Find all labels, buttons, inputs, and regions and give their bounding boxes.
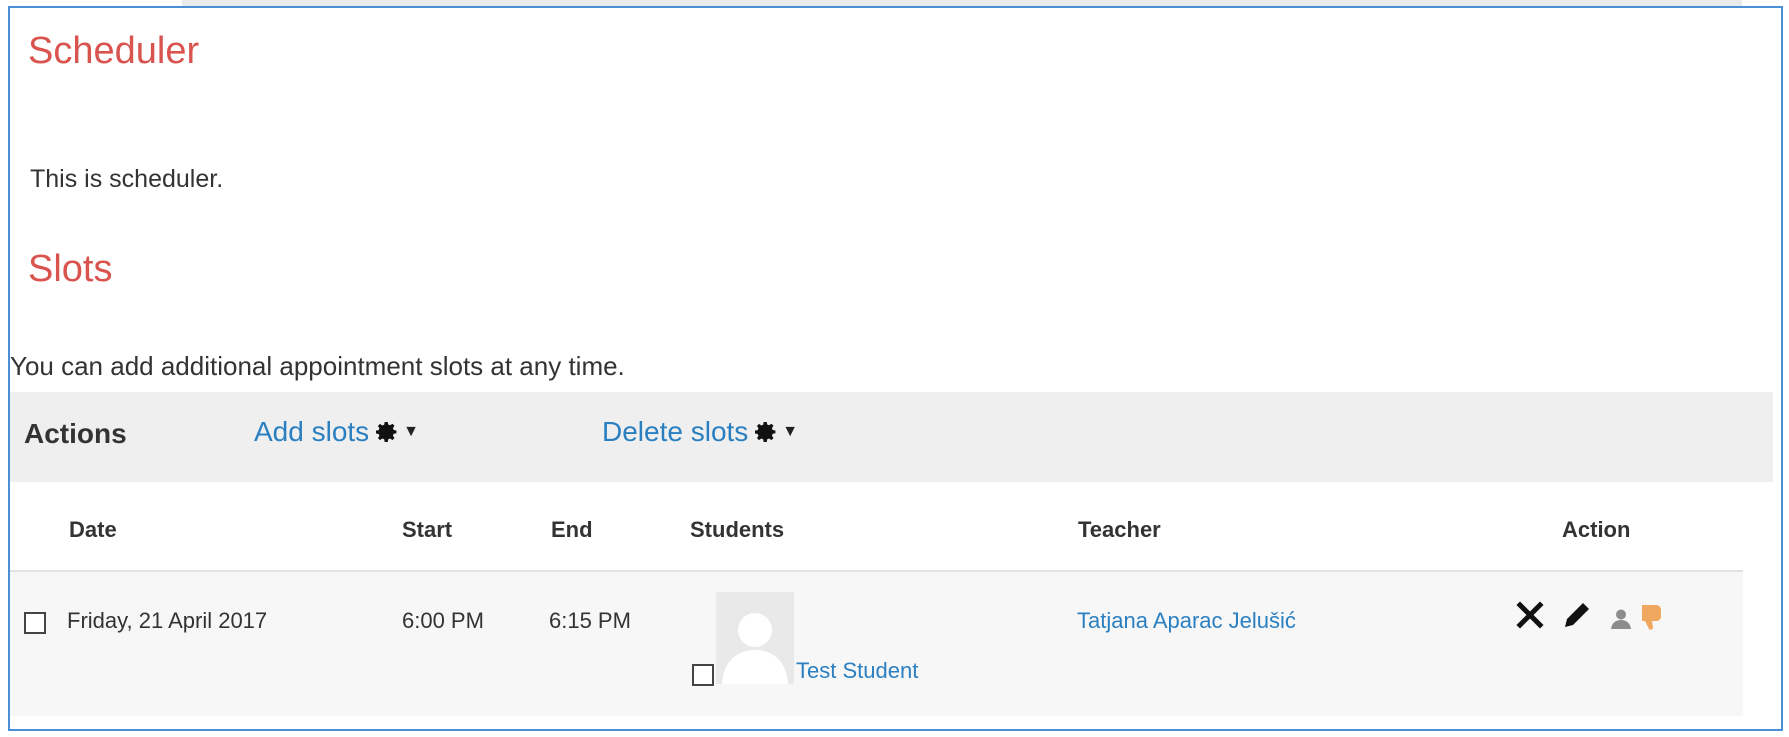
slots-heading: Slots bbox=[28, 248, 113, 290]
teacher-link[interactable]: Tatjana Aparac Jelušić bbox=[1077, 608, 1296, 634]
gear-icon[interactable] bbox=[375, 420, 399, 444]
slot-end-time: 6:15 PM bbox=[549, 608, 631, 633]
student-link[interactable]: Test Student bbox=[796, 658, 918, 684]
actions-label: Actions bbox=[24, 418, 127, 449]
delete-slots-menu[interactable]: Delete slots ▼ bbox=[602, 416, 798, 448]
intro-text: This is scheduler. bbox=[30, 165, 224, 193]
thumbs-down-icon[interactable] bbox=[1638, 602, 1664, 632]
column-header-students[interactable]: Students bbox=[690, 517, 784, 543]
slot-start-time: 6:00 PM bbox=[402, 608, 484, 633]
add-slots-link[interactable]: Add slots bbox=[254, 416, 369, 448]
gear-icon[interactable] bbox=[754, 420, 778, 444]
edit-icon[interactable] bbox=[1562, 600, 1592, 630]
column-header-action: Action bbox=[1562, 517, 1631, 542]
delete-icon[interactable] bbox=[1515, 600, 1545, 630]
caret-down-icon[interactable]: ▼ bbox=[403, 423, 419, 441]
slot-date: Friday, 21 April 2017 bbox=[67, 608, 268, 633]
student-select-checkbox[interactable] bbox=[692, 664, 714, 686]
actions-bar: Actions Add slots ▼ Delete slots ▼ bbox=[10, 392, 1773, 482]
slot-select-checkbox[interactable] bbox=[24, 612, 46, 634]
avatar bbox=[716, 592, 794, 684]
add-slots-menu[interactable]: Add slots ▼ bbox=[254, 416, 419, 448]
column-header-end[interactable]: End bbox=[551, 517, 593, 543]
caret-down-icon[interactable]: ▼ bbox=[782, 423, 798, 441]
column-header-date[interactable]: Date bbox=[69, 517, 117, 543]
column-header-teacher[interactable]: Teacher bbox=[1078, 517, 1161, 543]
delete-slots-link[interactable]: Delete slots bbox=[602, 416, 748, 448]
page-title: Scheduler bbox=[28, 30, 200, 72]
slots-note: You can add additional appointment slots… bbox=[10, 351, 625, 381]
user-icon[interactable] bbox=[1610, 608, 1632, 630]
table-row: Friday, 21 April 2017 6:00 PM 6:15 PM Te… bbox=[10, 572, 1743, 716]
column-header-start[interactable]: Start bbox=[402, 517, 452, 543]
